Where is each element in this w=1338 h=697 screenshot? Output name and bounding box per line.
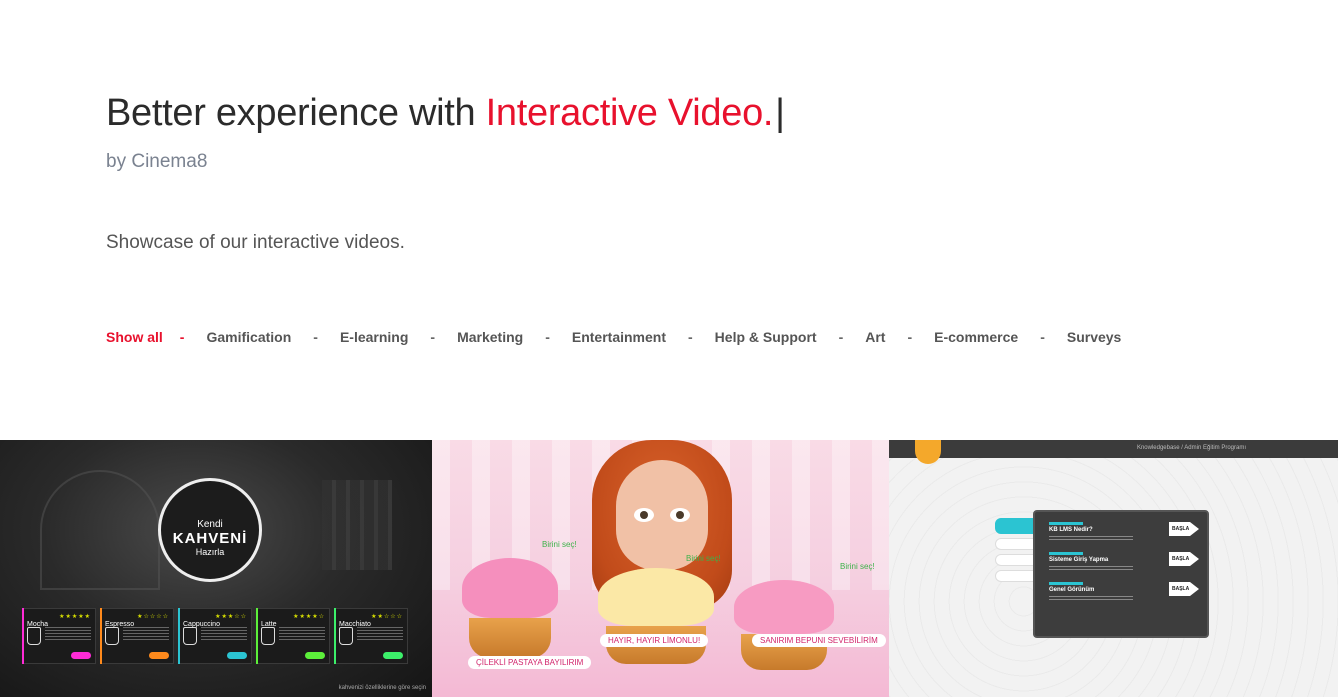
- video-tile-cupcakes[interactable]: Birini seç! Birini seç! Birini seç! ÇİLE…: [432, 440, 889, 697]
- select-button[interactable]: [305, 652, 325, 659]
- filter-surveys[interactable]: Surveys: [1067, 329, 1121, 345]
- card-edge: [178, 608, 180, 664]
- select-button[interactable]: [71, 652, 91, 659]
- rating-stars: ★★★☆☆: [215, 614, 247, 620]
- kahveni-logo: Kendi KAHVENİ Hazırla: [158, 478, 262, 582]
- rating-stars: ★★☆☆☆: [371, 614, 403, 620]
- showcase-description: Showcase of our interactive videos.: [106, 232, 405, 253]
- lms-brand: Knowledgebase / Admin Eğitim Programı: [1136, 445, 1246, 451]
- cupcake-base: [468, 618, 552, 658]
- card-edge: [22, 608, 24, 664]
- row-accent: [1049, 522, 1083, 525]
- choose-label: Birini seç!: [840, 562, 875, 571]
- logo-text-top: Kendi: [197, 519, 223, 530]
- cup-icon: [261, 627, 275, 645]
- filter-show-all[interactable]: Show all: [106, 329, 163, 345]
- eye-right: [670, 508, 690, 522]
- cupcake-frosting: [734, 580, 834, 634]
- cup-icon: [183, 627, 197, 645]
- filter-art[interactable]: Art: [865, 329, 885, 345]
- row-text-lines: [1049, 566, 1133, 572]
- page-headline: Better experience with Interactive Video…: [106, 92, 785, 135]
- lms-row: Genel Görünüm BAŞLA: [1049, 582, 1199, 606]
- rating-stars: ★★★★☆: [293, 614, 325, 620]
- card-description: [357, 627, 403, 641]
- logo-text-bottom: Hazırla: [195, 547, 225, 557]
- filter-gamification[interactable]: Gamification: [206, 329, 291, 345]
- cup-icon: [339, 627, 353, 645]
- coffee-card[interactable]: Cappuccino ★★★☆☆: [178, 608, 252, 664]
- start-button[interactable]: BAŞLA: [1169, 552, 1199, 566]
- headline-prefix: Better experience with: [106, 92, 486, 134]
- logo-text-main: KAHVENİ: [172, 530, 248, 547]
- card-description: [123, 627, 169, 641]
- filter-entertainment[interactable]: Entertainment: [572, 329, 666, 345]
- cupcake-label-pink[interactable]: SANIRIM BEPUNI SEVEBİLİRİM: [752, 634, 886, 647]
- filter-separator: -: [838, 329, 844, 345]
- filter-separator: -: [688, 329, 693, 345]
- card-description: [201, 627, 247, 641]
- filter-marketing[interactable]: Marketing: [457, 329, 523, 345]
- coffee-card[interactable]: Espresso ★☆☆☆☆: [100, 608, 174, 664]
- eye-left: [634, 508, 654, 522]
- filter-separator: -: [1040, 329, 1045, 345]
- card-edge: [100, 608, 102, 664]
- cupcake-frosting: [462, 558, 558, 618]
- rating-stars: ★★★★★: [59, 614, 91, 620]
- background-arch: [40, 470, 160, 590]
- card-edge: [256, 608, 258, 664]
- hero: Better experience with Interactive Video…: [106, 92, 785, 135]
- cupcake-frosting: [598, 568, 714, 626]
- card-description: [45, 627, 91, 641]
- coffee-card[interactable]: Latte ★★★★☆: [256, 608, 330, 664]
- row-accent: [1049, 552, 1083, 555]
- choose-label: Birini seç!: [686, 554, 721, 563]
- coffee-footer-note: kahvenizi özelliklerine göre seçin: [338, 685, 426, 691]
- filter-e-commerce[interactable]: E-commerce: [934, 329, 1018, 345]
- filter-e-learning[interactable]: E-learning: [340, 329, 408, 345]
- cupcake-strawberry[interactable]: [462, 558, 558, 658]
- background-window: [322, 480, 392, 570]
- lms-row: KB LMS Nedir? BAŞLA: [1049, 522, 1199, 546]
- cup-icon: [27, 627, 41, 645]
- cup-icon: [105, 627, 119, 645]
- cupcake-lemon[interactable]: [598, 568, 714, 664]
- lms-panel: KB LMS Nedir? BAŞLA Sisteme Giriş Yapma …: [1033, 510, 1209, 638]
- filter-separator: -: [179, 329, 185, 345]
- cupcake-label-lemon[interactable]: HAYIR, HAYIR LİMONLU!: [600, 634, 709, 647]
- start-button[interactable]: BAŞLA: [1169, 582, 1199, 596]
- row-text-lines: [1049, 596, 1133, 602]
- byline: by Cinema8: [106, 151, 208, 172]
- select-button[interactable]: [149, 652, 169, 659]
- cupcake-pink[interactable]: [734, 580, 834, 670]
- row-text-lines: [1049, 536, 1133, 542]
- coffee-cards: Mocha ★★★★★ Espresso ★☆☆☆☆ Cappuccino ★★★☆☆ La…: [22, 608, 408, 664]
- lms-topbar: Knowledgebase / Admin Eğitim Programı: [889, 440, 1338, 458]
- typing-cursor: |: [775, 92, 785, 134]
- card-edge: [334, 608, 336, 664]
- select-button[interactable]: [383, 652, 403, 659]
- card-description: [279, 627, 325, 641]
- filter-separator: -: [907, 329, 913, 345]
- video-gallery: Kendi KAHVENİ Hazırla Mocha ★★★★★ Espresso…: [0, 440, 1338, 697]
- lms-row: Sisteme Giriş Yapma BAŞLA: [1049, 552, 1199, 576]
- video-tile-lms[interactable]: Knowledgebase / Admin Eğitim Programı KB…: [889, 440, 1338, 697]
- row-accent: [1049, 582, 1083, 585]
- filter-separator: -: [545, 329, 550, 345]
- start-button[interactable]: BAŞLA: [1169, 522, 1199, 536]
- coffee-card[interactable]: Mocha ★★★★★: [22, 608, 96, 664]
- filter-help-support[interactable]: Help & Support: [715, 329, 817, 345]
- coffee-card[interactable]: Macchiato ★★☆☆☆: [334, 608, 408, 664]
- category-filter-bar: Show all - Gamification - E-learning - M…: [106, 329, 1121, 345]
- rating-stars: ★☆☆☆☆: [137, 614, 169, 620]
- cupcake-label-strawberry[interactable]: ÇİLEKLİ PASTAYA BAYILIRIM: [468, 656, 592, 669]
- choose-label: Birini seç!: [542, 540, 577, 549]
- headline-accent: Interactive Video.: [485, 92, 774, 134]
- filter-separator: -: [430, 329, 436, 345]
- select-button[interactable]: [227, 652, 247, 659]
- filter-separator: -: [313, 329, 318, 345]
- video-tile-coffee[interactable]: Kendi KAHVENİ Hazırla Mocha ★★★★★ Espresso…: [0, 440, 432, 697]
